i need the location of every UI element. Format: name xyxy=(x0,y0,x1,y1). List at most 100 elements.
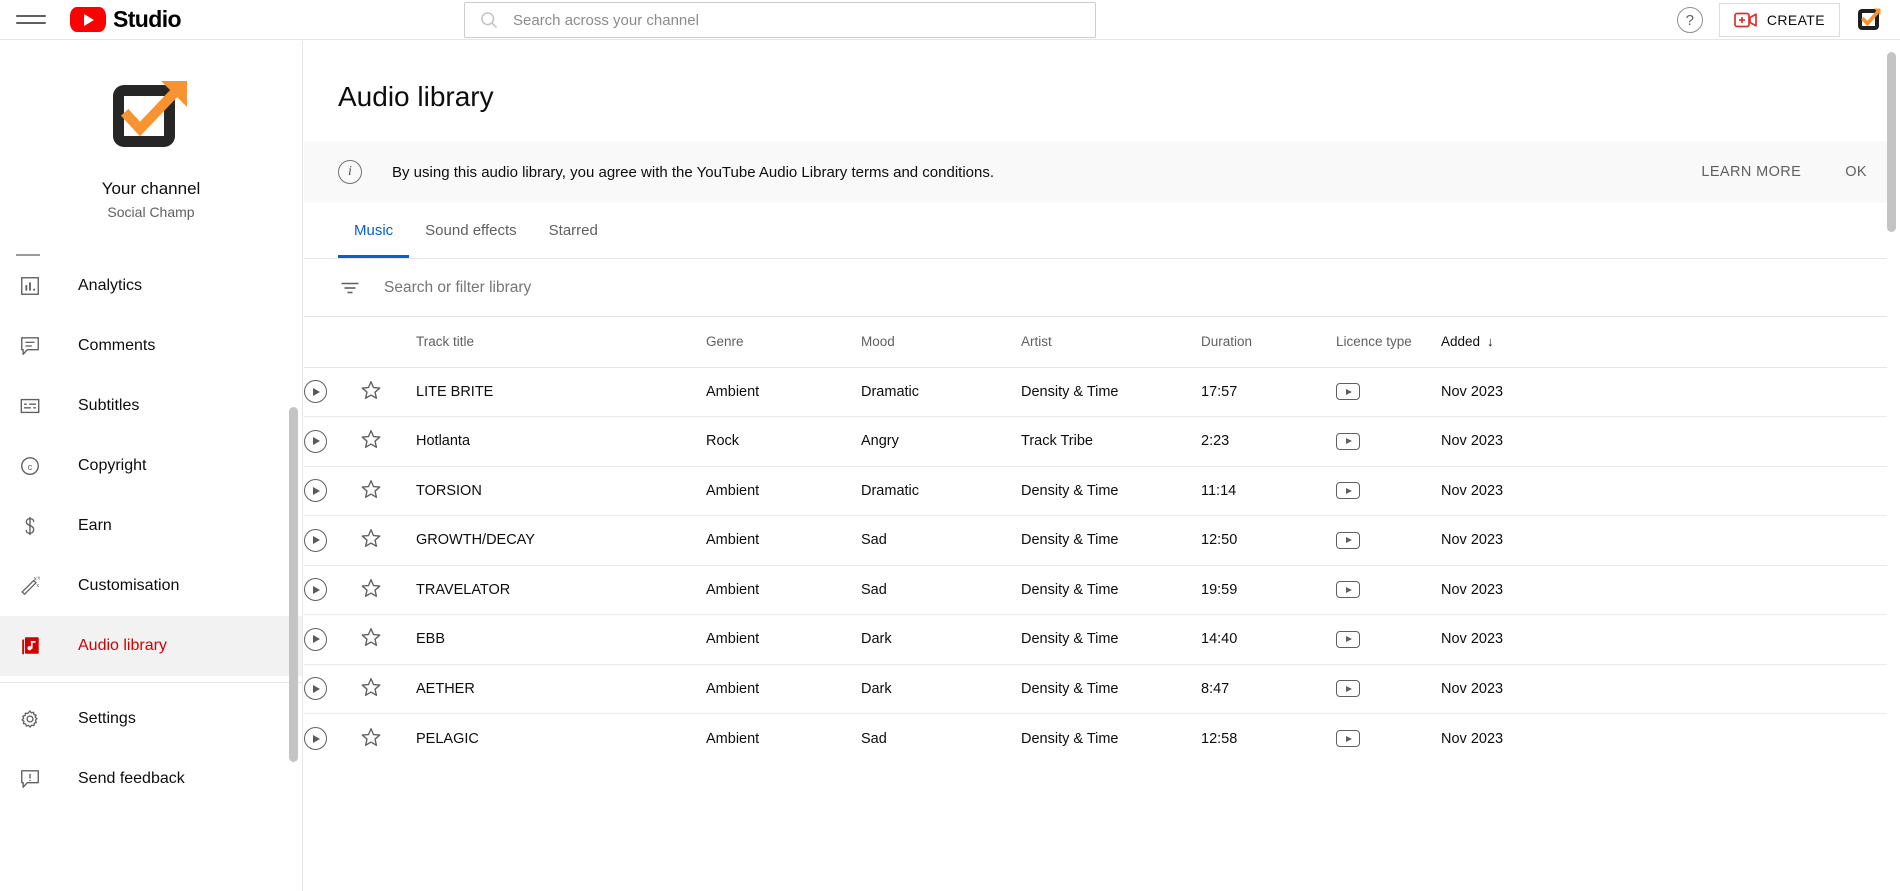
table-row[interactable]: LITE BRITE Ambient Dramatic Density & Time 1… xyxy=(304,367,1887,417)
channel-search xyxy=(464,0,1096,40)
cell-added: Nov 2023 xyxy=(1441,383,1504,400)
sidebar-item-label: Customisation xyxy=(78,577,180,594)
cell-track-title[interactable]: AETHER xyxy=(416,664,706,714)
cell-genre: Ambient xyxy=(706,631,760,648)
star-icon[interactable] xyxy=(360,577,382,599)
svg-text:c: c xyxy=(28,462,33,472)
cell-genre: Ambient xyxy=(706,680,760,697)
help-icon[interactable]: ? xyxy=(1676,7,1703,33)
play-icon[interactable] xyxy=(304,578,327,602)
star-icon[interactable] xyxy=(360,726,382,748)
header-mood[interactable]: Mood xyxy=(861,317,1021,367)
table-row[interactable]: TRAVELATOR Ambient Sad Density & Time 19:59 N… xyxy=(304,565,1887,615)
cell-duration: 2:23 xyxy=(1201,433,1230,450)
cell-duration: 8:47 xyxy=(1201,680,1230,697)
cell-star xyxy=(360,664,416,714)
sidebar-item-comments[interactable]: Comments xyxy=(0,316,302,376)
sidebar-item-label: Earn xyxy=(78,517,112,534)
youtube-badge-icon xyxy=(1336,531,1360,549)
cell-track-title[interactable]: PELAGIC xyxy=(416,714,706,764)
cell-genre: Ambient xyxy=(706,581,760,598)
cell-artist: Density & Time xyxy=(1021,532,1119,549)
header-licence-type[interactable]: Licence type xyxy=(1336,317,1441,367)
search-box[interactable] xyxy=(464,2,1096,38)
cell-play xyxy=(304,565,360,615)
cell-track-title[interactable]: EBB xyxy=(416,615,706,665)
cell-track-title[interactable]: TRAVELATOR xyxy=(416,565,706,615)
header-artist[interactable]: Artist xyxy=(1021,317,1201,367)
table-row[interactable]: PELAGIC Ambient Sad Density & Time 12:58 Nov … xyxy=(304,713,1887,764)
channel-avatar-large-icon[interactable] xyxy=(107,71,195,159)
filter-icon[interactable] xyxy=(338,276,362,300)
table-row[interactable]: TORSION Ambient Dramatic Density & Time 11:1… xyxy=(304,466,1887,516)
sidebar-item-settings[interactable]: Settings xyxy=(0,689,302,749)
cell-play xyxy=(304,714,360,764)
magic-wand-icon: x x x xyxy=(16,572,44,600)
dollar-icon xyxy=(16,512,44,540)
cell-track-title[interactable]: GROWTH/DECAY xyxy=(416,516,706,566)
sidebar-item-label: Comments xyxy=(78,337,156,354)
search-input[interactable] xyxy=(513,11,1081,29)
sidebar-item-subtitles[interactable]: Subtitles xyxy=(0,376,302,436)
sidebar: Your channel Social Champ Analytics Comm… xyxy=(0,41,303,891)
studio-logo[interactable]: Studio xyxy=(70,6,182,33)
sidebar-item-analytics[interactable]: Analytics xyxy=(0,256,302,316)
sidebar-item-customisation[interactable]: x x x Customisation xyxy=(0,556,302,616)
sidebar-item-send-feedback[interactable]: Send feedback xyxy=(0,749,302,809)
sidebar-item-copyright[interactable]: c Copyright xyxy=(0,436,302,496)
sidebar-item-label: Settings xyxy=(78,710,136,727)
cell-duration: 12:58 xyxy=(1201,730,1238,747)
cell-track-title[interactable]: Hotlanta xyxy=(416,417,706,467)
header-duration[interactable]: Duration xyxy=(1201,317,1336,367)
cell-track-title[interactable]: LITE BRITE xyxy=(416,367,706,417)
star-icon[interactable] xyxy=(360,478,382,500)
star-icon[interactable] xyxy=(360,428,382,450)
tab-sound-effects[interactable]: Sound effects xyxy=(409,202,532,258)
avatar[interactable] xyxy=(1856,5,1886,35)
table-row[interactable]: EBB Ambient Dark Density & Time 14:40 Nov 202… xyxy=(304,614,1887,665)
play-icon[interactable] xyxy=(304,429,327,453)
sidebar-scrollbar[interactable] xyxy=(289,407,298,762)
cell-track-title[interactable]: TORSION xyxy=(416,466,706,516)
tab-starred[interactable]: Starred xyxy=(533,202,614,258)
gear-icon xyxy=(16,705,44,733)
play-icon[interactable] xyxy=(304,528,327,552)
subtitles-icon xyxy=(16,392,44,420)
terms-notice-banner: i By using this audio library, you agree… xyxy=(304,141,1887,203)
nav-scrolled-stub xyxy=(0,234,302,256)
table-header-row: Track title Genre Mood Artist Duration L… xyxy=(304,317,1887,367)
hamburger-icon[interactable] xyxy=(16,5,46,35)
filter-input[interactable] xyxy=(384,278,884,297)
play-icon[interactable] xyxy=(304,380,327,404)
table-row[interactable]: GROWTH/DECAY Ambient Sad Density & Time 12:5… xyxy=(304,515,1887,566)
youtube-badge-icon xyxy=(1336,680,1360,698)
star-icon[interactable] xyxy=(360,527,382,549)
tab-music[interactable]: Music xyxy=(338,202,410,258)
create-button[interactable]: CREATE xyxy=(1718,3,1840,37)
cell-licence-type xyxy=(1336,615,1441,665)
table-row[interactable]: AETHER Ambient Dark Density & Time 8:47 Nov 2… xyxy=(304,664,1887,714)
play-icon[interactable] xyxy=(304,479,327,503)
cell-added: Nov 2023 xyxy=(1441,482,1504,499)
star-icon[interactable] xyxy=(360,379,382,401)
ok-button[interactable]: OK xyxy=(1845,164,1867,180)
learn-more-button[interactable]: LEARN MORE xyxy=(1701,164,1801,180)
header-track-title[interactable]: Track title xyxy=(416,317,706,367)
youtube-badge-icon xyxy=(1336,581,1360,599)
header-genre[interactable]: Genre xyxy=(706,317,861,367)
cell-duration: 17:57 xyxy=(1201,383,1238,400)
cell-play xyxy=(304,367,360,417)
cell-added: Nov 2023 xyxy=(1441,433,1504,450)
star-icon[interactable] xyxy=(360,626,382,648)
page-scrollbar[interactable] xyxy=(1887,52,1896,232)
cell-star xyxy=(360,615,416,665)
table-row[interactable]: Hotlanta Rock Angry Track Tribe 2:23 Nov 2023 xyxy=(304,416,1887,467)
star-icon[interactable] xyxy=(360,676,382,698)
header-added[interactable]: Added ↓ xyxy=(1441,317,1887,367)
sidebar-item-audio-library[interactable]: Audio library xyxy=(0,616,302,676)
play-icon[interactable] xyxy=(304,677,327,701)
sidebar-item-earn[interactable]: Earn xyxy=(0,496,302,556)
play-icon[interactable] xyxy=(304,627,327,651)
cell-added: Nov 2023 xyxy=(1441,581,1504,598)
play-icon[interactable] xyxy=(304,727,327,750)
